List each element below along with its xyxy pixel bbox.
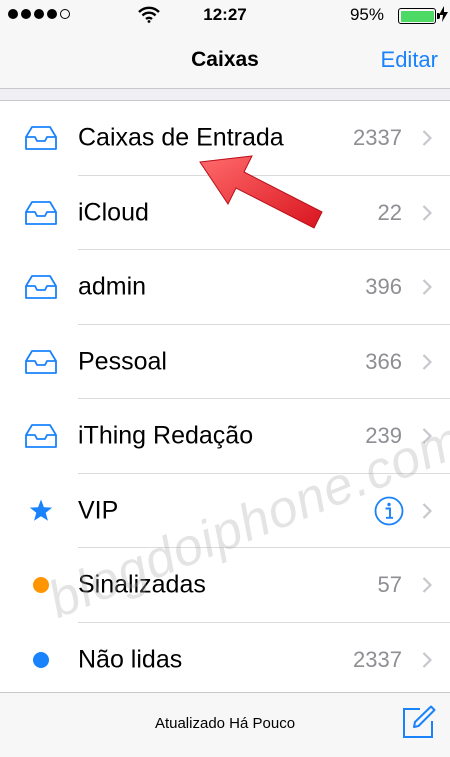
chevron-right-icon — [422, 279, 432, 296]
mailbox-row-sinalizadas[interactable]: Sinalizadas 57 — [0, 548, 450, 623]
mailbox-label: iCloud — [78, 198, 149, 227]
mailbox-count: 366 — [365, 348, 402, 374]
chevron-right-icon — [422, 428, 432, 445]
mailbox-count: 396 — [365, 274, 402, 300]
mailbox-row-admin[interactable]: admin 396 — [0, 250, 450, 325]
chevron-right-icon — [422, 577, 432, 594]
annotation-arrow — [199, 155, 323, 229]
mailbox-count: 2337 — [353, 125, 402, 151]
chevron-right-icon — [422, 204, 432, 221]
mailbox-label: Não lidas — [78, 645, 183, 674]
mailbox-row-nao-lidas[interactable]: Não lidas 2337 — [0, 623, 450, 698]
orange-dot-icon — [24, 572, 58, 598]
bottom-toolbar: Atualizado Há Pouco — [0, 692, 450, 757]
chevron-right-icon — [422, 651, 432, 668]
star-icon — [24, 498, 58, 524]
chevron-right-icon — [422, 502, 432, 519]
inbox-tray-icon — [24, 200, 58, 226]
battery-percent: 95% — [349, 5, 384, 24]
mailbox-label: Caixas de Entrada — [78, 123, 284, 152]
inbox-tray-icon — [24, 274, 58, 300]
battery-icon — [398, 8, 440, 24]
mailbox-label: iThing Redação — [78, 421, 254, 450]
compose-icon[interactable] — [402, 705, 436, 739]
info-icon[interactable] — [374, 496, 404, 526]
mailbox-label: admin — [78, 272, 147, 301]
mailbox-count: 22 — [377, 199, 402, 225]
update-status: Atualizado Há Pouco — [154, 715, 296, 732]
mailbox-row-ithing-redacao[interactable]: iThing Redação 239 — [0, 399, 450, 474]
chevron-right-icon — [422, 130, 432, 147]
mailbox-row-vip[interactable]: VIP — [0, 474, 450, 549]
charging-bolt-icon — [439, 6, 448, 22]
inbox-tray-icon — [24, 423, 58, 449]
blue-dot-icon — [24, 647, 58, 673]
navigation-bar: Caixas Editar — [0, 32, 450, 89]
inbox-tray-icon — [24, 349, 58, 375]
inbox-tray-icon — [24, 125, 58, 151]
chevron-right-icon — [422, 353, 432, 370]
mailbox-label: VIP — [78, 496, 119, 525]
mailbox-count: 239 — [365, 423, 402, 449]
status-bar: 12:27 95% — [0, 0, 450, 32]
mailbox-label: Sinalizadas — [78, 570, 206, 599]
mailbox-row-pessoal[interactable]: Pessoal 366 — [0, 325, 450, 400]
edit-button[interactable]: Editar — [381, 47, 438, 73]
mailbox-count: 2337 — [353, 646, 402, 672]
mailbox-label: Pessoal — [78, 347, 167, 376]
mailbox-count: 57 — [377, 572, 402, 598]
